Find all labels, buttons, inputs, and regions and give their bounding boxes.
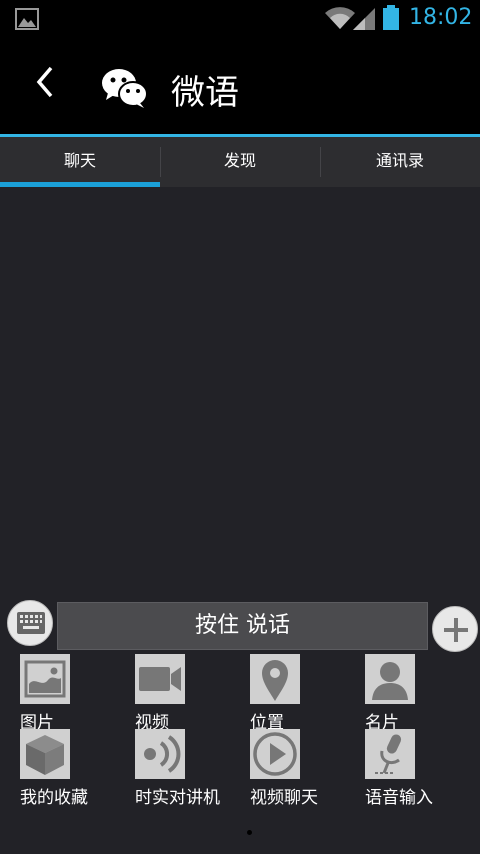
keyboard-icon — [17, 612, 45, 634]
grid-item-label: 时实对讲机 — [135, 788, 220, 808]
tab-contacts-label: 通讯录 — [375, 151, 424, 170]
back-icon[interactable] — [34, 64, 54, 104]
signal-icon — [352, 7, 376, 35]
tab-bar: 聊天 发现 通讯录 — [0, 137, 480, 187]
tab-chat-label: 聊天 — [63, 151, 96, 170]
microphone-icon — [365, 729, 415, 779]
tab-discover-label: 发现 — [223, 151, 256, 170]
input-row: 按住 说话 — [0, 600, 480, 654]
grid-item-label: 我的收藏 — [20, 788, 88, 808]
battery-icon — [382, 5, 400, 35]
page-title: 微语 — [171, 73, 239, 113]
picture-icon — [20, 654, 70, 704]
plus-button[interactable] — [432, 606, 478, 652]
grid-item-label: 语音输入 — [365, 788, 433, 808]
status-bar: 18:02 — [0, 0, 480, 38]
keyboard-toggle-button[interactable] — [7, 600, 53, 646]
favorites-box-icon — [20, 729, 70, 779]
tab-chat[interactable]: 聊天 — [0, 137, 160, 187]
image-icon — [15, 8, 39, 34]
video-icon — [135, 654, 185, 704]
contact-card-icon — [365, 654, 415, 704]
location-icon — [250, 654, 300, 704]
tab-contacts[interactable]: 通讯录 — [320, 137, 480, 187]
walkie-talkie-icon — [135, 729, 185, 779]
wechat-icon — [100, 66, 150, 114]
clock: 18:02 — [409, 5, 473, 30]
hold-to-talk-button[interactable]: 按住 说话 — [57, 602, 428, 650]
grid-item-label: 视频聊天 — [250, 788, 318, 808]
chat-area[interactable] — [0, 187, 480, 600]
plus-icon — [444, 618, 468, 642]
page-indicator-dot — [247, 830, 252, 835]
action-bar: 微语 — [0, 38, 480, 134]
tab-discover[interactable]: 发现 — [160, 137, 320, 187]
video-chat-icon — [250, 729, 300, 779]
